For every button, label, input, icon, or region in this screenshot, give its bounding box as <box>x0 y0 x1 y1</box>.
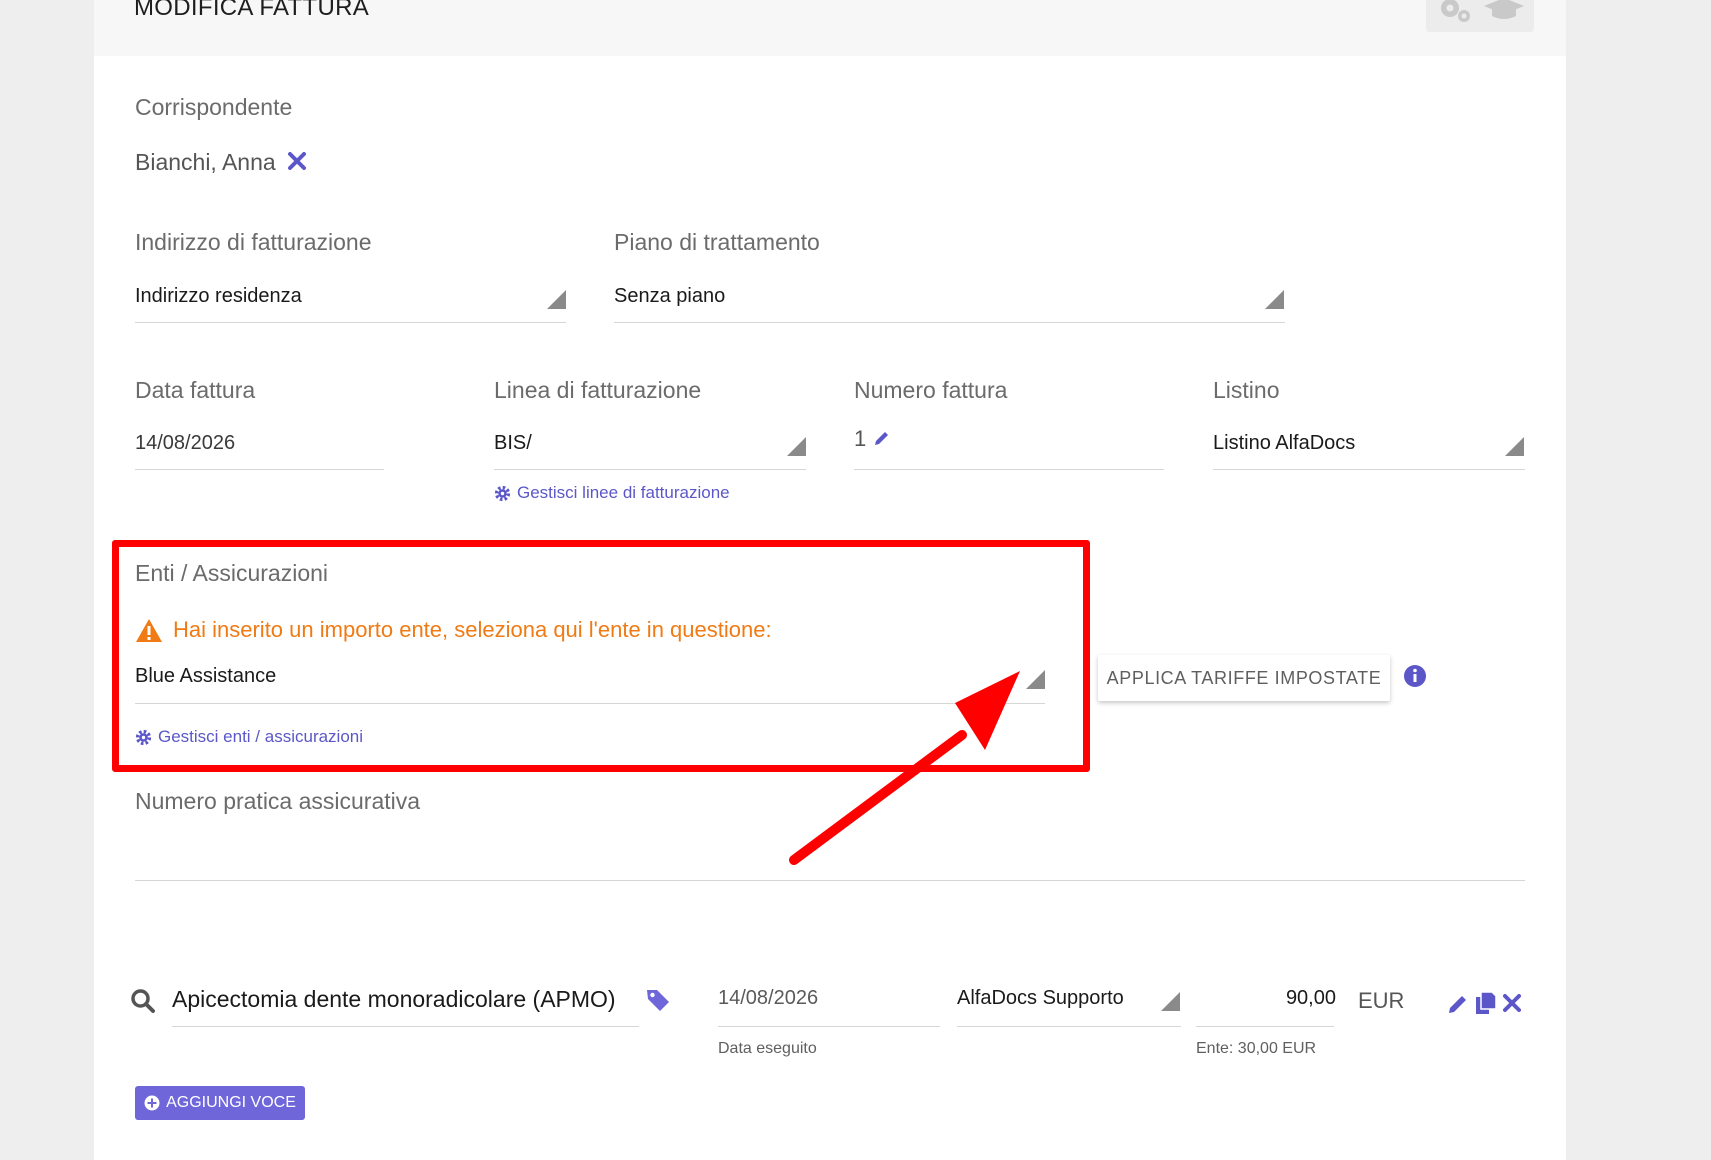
annotation-arrow <box>789 671 1020 865</box>
